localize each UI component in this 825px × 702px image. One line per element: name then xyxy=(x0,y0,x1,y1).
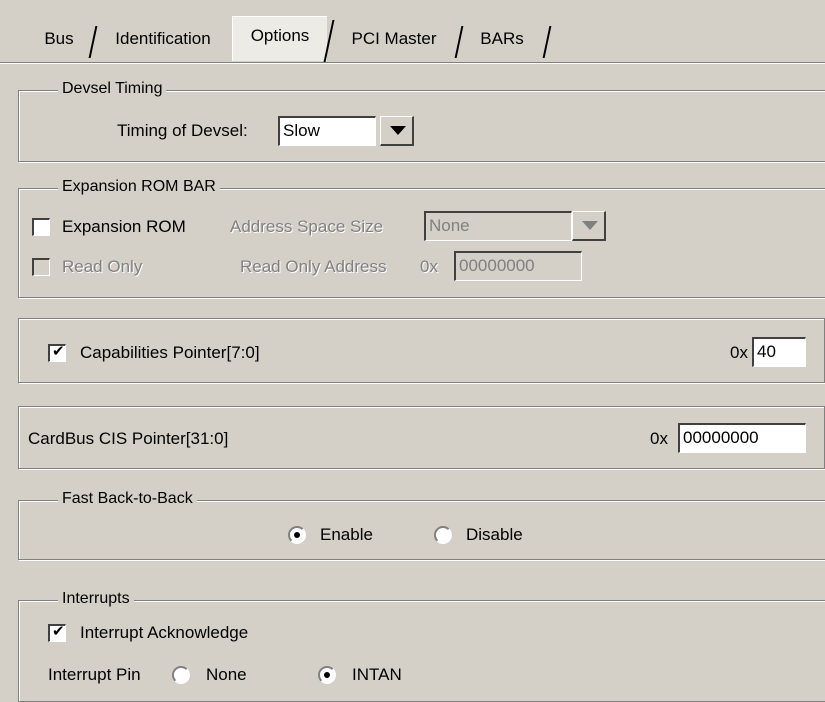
interrupt-pin-label: Interrupt Pin xyxy=(48,665,141,684)
enable-radio[interactable] xyxy=(288,526,306,544)
tab-baseline-highlight xyxy=(0,63,825,64)
tab-label: PCI Master xyxy=(351,29,437,48)
capabilities-pointer-field[interactable]: 40 xyxy=(752,337,806,367)
read-only-checkbox[interactable] xyxy=(32,258,50,276)
timing-of-devsel-label: Timing of Devsel: xyxy=(117,121,248,140)
none-label: None xyxy=(206,665,247,684)
tab-bars[interactable]: BARs xyxy=(462,22,542,56)
address-space-size-select[interactable]: None xyxy=(424,211,572,241)
tab-label: Options xyxy=(250,26,310,45)
interrupt-acknowledge-label: Interrupt Acknowledge xyxy=(80,623,249,642)
tab-label: BARs xyxy=(480,29,524,48)
check-icon: ✔ xyxy=(52,343,65,360)
read-only-address-label: Read Only Address xyxy=(240,257,387,276)
tab-label: Identification xyxy=(115,29,211,48)
timing-of-devsel-select[interactable]: Slow xyxy=(278,116,376,146)
enable-label: Enable xyxy=(320,525,373,544)
timing-dropdown-button[interactable] xyxy=(380,116,414,146)
expansion-rom-group xyxy=(18,188,825,298)
tab-options[interactable]: Options xyxy=(232,16,327,61)
expansion-rom-label: Expansion ROM xyxy=(62,217,186,236)
expansion-rom-group-label: Expansion ROM BAR xyxy=(58,178,220,196)
interrupt-pin-intan-radio[interactable] xyxy=(318,666,336,684)
devsel-group-label: Devsel Timing xyxy=(58,80,167,98)
address-space-dropdown-button[interactable] xyxy=(572,211,606,241)
capabilities-pointer-label: Capabilities Pointer[7:0] xyxy=(80,343,260,362)
interrupt-acknowledge-checkbox[interactable]: ✔ xyxy=(48,623,66,642)
chevron-down-icon xyxy=(390,126,406,135)
tab-bus[interactable]: Bus xyxy=(28,22,90,56)
chevron-down-icon xyxy=(582,221,598,230)
radio-selected-dot xyxy=(294,532,300,538)
capabilities-checkbox[interactable]: ✔ xyxy=(48,343,66,362)
hex-prefix: 0x xyxy=(420,257,438,276)
tab-pci-master[interactable]: PCI Master xyxy=(334,22,454,56)
check-icon: ✔ xyxy=(52,623,65,640)
fast-back-to-back-group xyxy=(18,500,825,560)
interrupt-pin-none-radio[interactable] xyxy=(172,666,190,684)
read-only-label: Read Only xyxy=(62,257,143,276)
radio-selected-dot xyxy=(324,672,330,678)
tab-label: Bus xyxy=(44,29,74,48)
address-space-size-label: Address Space Size xyxy=(230,217,384,236)
hex-prefix: 0x xyxy=(730,343,748,362)
tab-divider xyxy=(542,26,552,58)
disable-label: Disable xyxy=(466,525,523,544)
cardbus-cis-pointer-field[interactable]: 00000000 xyxy=(678,423,806,453)
read-only-address-field[interactable]: 00000000 xyxy=(454,251,582,281)
hex-prefix: 0x xyxy=(650,429,668,448)
tab-identification[interactable]: Identification xyxy=(98,22,228,56)
interrupts-group-label: Interrupts xyxy=(58,590,134,608)
fast-b2b-group-label: Fast Back-to-Back xyxy=(58,490,197,508)
tab-strip: Bus Identification Options PCI Master BA… xyxy=(0,0,825,66)
cardbus-cis-pointer-label: CardBus CIS Pointer[31:0] xyxy=(28,429,229,448)
interrupts-group xyxy=(18,600,825,702)
expansion-rom-checkbox[interactable] xyxy=(32,218,50,236)
intan-label: INTAN xyxy=(352,665,402,684)
disable-radio[interactable] xyxy=(434,526,452,544)
